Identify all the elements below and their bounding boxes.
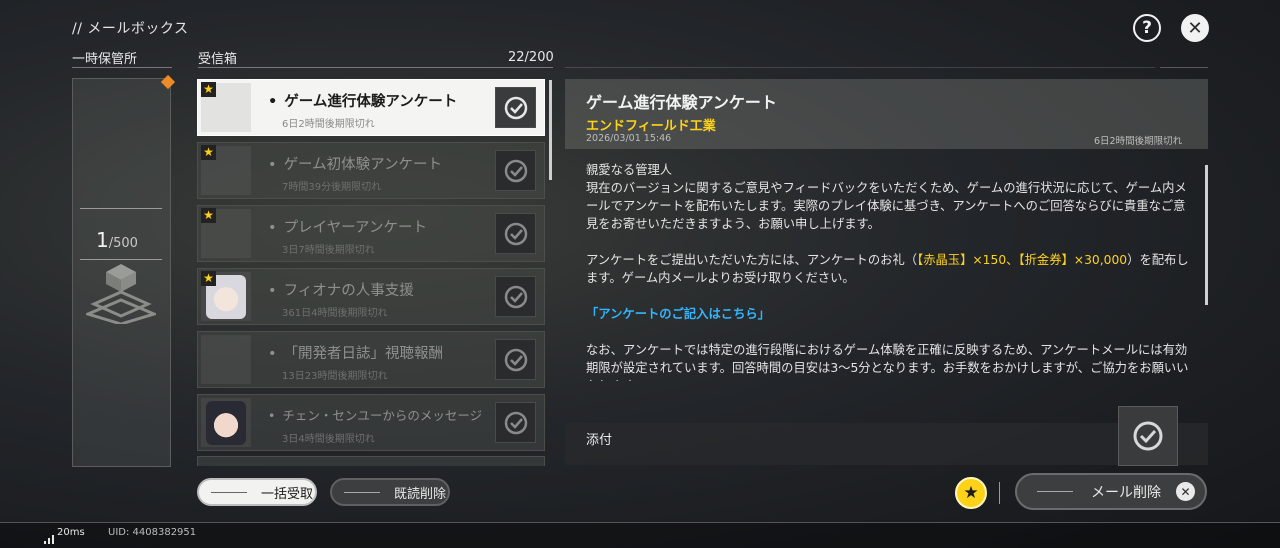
claim-status-icon [495, 150, 536, 191]
mail-greeting: 親愛なる管理人 [586, 163, 673, 177]
mail-item-expiry: 13日23時間後期限切れ [282, 371, 388, 382]
receive-all-button[interactable]: 一括受取 [197, 478, 317, 506]
claim-status-icon [495, 213, 536, 254]
mail-item-expiry: 3日7時間後期限切れ [282, 245, 375, 256]
mail-sender: エンドフィールド工業 [586, 119, 716, 134]
divider [72, 67, 172, 68]
mail-item[interactable]: ★ ゲーム初体験アンケート 7時間39分後期限切れ [197, 142, 545, 199]
ping-readout: 20ms [57, 527, 85, 538]
attachment-label: 添付 [586, 433, 613, 448]
mail-item-expiry: 3日4時間後期限切れ [282, 434, 375, 445]
mail-text: アンケートをご提出いただいた方には、アンケートのお礼（ [586, 253, 918, 267]
reward-text: 【折金券】×30,000 [1018, 253, 1128, 267]
mail-item-expiry: 361日4時間後期限切れ [282, 308, 388, 319]
check-icon [1133, 421, 1163, 451]
mail-item-title: ゲーム初体験アンケート [268, 153, 442, 174]
delete-read-label: 既読削除 [394, 486, 447, 502]
star-icon: ★ [963, 483, 979, 503]
avatar [206, 400, 246, 445]
star-icon: ★ [201, 145, 216, 160]
reward-text: 【赤晶玉】×150 [917, 253, 1007, 267]
delete-read-button[interactable]: 既読削除 [330, 478, 450, 506]
mail-item-expiry: 6日2時間後期限切れ [282, 119, 375, 130]
inbox-scrollbar[interactable] [549, 80, 552, 180]
help-icon[interactable]: ? [1133, 14, 1161, 42]
reward-separator: 、 [1006, 253, 1019, 267]
inbox-label: 受信箱 [198, 52, 238, 67]
mail-item[interactable]: ★ フィオナの人事支援 361日4時間後期限切れ [197, 268, 545, 325]
star-icon: ★ [201, 271, 216, 286]
mail-body-scrollbar[interactable] [1205, 165, 1208, 305]
mail-expiry: 6日2時間後期限切れ [1094, 136, 1183, 147]
mail-body: 親愛なる管理人 現在のバージョンに関するご意見やフィードバックをいただくため、ゲ… [586, 161, 1190, 381]
signal-icon [44, 529, 54, 548]
mail-item-title: チェン・センユーからのメッセージ [268, 405, 482, 424]
sender-logo [201, 335, 251, 384]
dash-icon [1037, 491, 1073, 492]
close-icon: ✕ [1176, 482, 1195, 501]
mail-delete-label: メール削除 [1091, 484, 1161, 501]
divider [198, 67, 553, 68]
storage-count-value: 1 [96, 228, 109, 252]
claim-status-icon [495, 87, 536, 128]
mail-item[interactable]: ★ プレイヤーアンケート 3日7時間後期限切れ [197, 205, 545, 262]
mail-item[interactable]: ★ ゲーム進行体験アンケート 6日2時間後期限切れ [197, 79, 545, 136]
sender-avatar [201, 398, 251, 447]
favorite-star-button[interactable]: ★ [955, 477, 987, 509]
claim-status-icon [495, 402, 536, 443]
storage-label: 一時保管所 [72, 52, 138, 67]
mail-item[interactable]: チェン・センユーからのメッセージ 3日4時間後期限切れ [197, 394, 545, 451]
user-id: UID: 4408382951 [108, 527, 197, 538]
list-item[interactable] [197, 456, 545, 466]
mail-item-title: 「開発者日誌」視聴報酬 [268, 342, 444, 363]
storage-stack-icon [86, 264, 156, 324]
dash-icon [211, 491, 247, 493]
mail-detail-title: ゲーム進行体験アンケート [586, 93, 777, 112]
attachment-item[interactable] [1118, 406, 1178, 466]
star-icon: ★ [201, 208, 216, 223]
mail-item-title: ゲーム進行体験アンケート [268, 90, 457, 111]
attachment-bar [565, 423, 1208, 465]
divider [1160, 67, 1208, 68]
mail-item-title: フィオナの人事支援 [268, 279, 414, 300]
claim-status-icon [495, 276, 536, 317]
mail-paragraph: なお、アンケートでは特定の進行段階におけるゲーム体験を正確に反映するため、アンケ… [586, 343, 1189, 381]
mail-date: 2026/03/01 15:46 [586, 133, 672, 144]
mail-paragraph: アンケートをご提出いただいた方には、アンケートのお礼（【赤晶玉】×150、【折金… [586, 251, 1190, 287]
divider [565, 67, 1155, 68]
storage-count: 1/500 [96, 228, 138, 252]
mail-delete-button[interactable]: メール削除 ✕ [1015, 473, 1207, 510]
storage-count-max: 500 [113, 236, 138, 251]
receive-all-label: 一括受取 [261, 486, 314, 502]
mail-item-title: プレイヤーアンケート [268, 216, 427, 237]
star-icon: ★ [201, 82, 216, 97]
dash-icon [344, 491, 380, 493]
mail-item-expiry: 7時間39分後期限切れ [282, 182, 382, 193]
page-title: // メールボックス [72, 21, 189, 37]
claim-status-icon [495, 339, 536, 380]
mail-item[interactable]: 「開発者日誌」視聴報酬 13日23時間後期限切れ [197, 331, 545, 388]
inbox-count: 22/200 [508, 50, 554, 65]
mail-paragraph: 現在のバージョンに関するご意見やフィードバックをいただくため、ゲームの進行状況に… [586, 181, 1187, 231]
survey-link[interactable]: 「アンケートのご記入はこちら」 [586, 307, 770, 321]
divider [999, 482, 1000, 504]
close-icon[interactable]: ✕ [1181, 14, 1209, 42]
